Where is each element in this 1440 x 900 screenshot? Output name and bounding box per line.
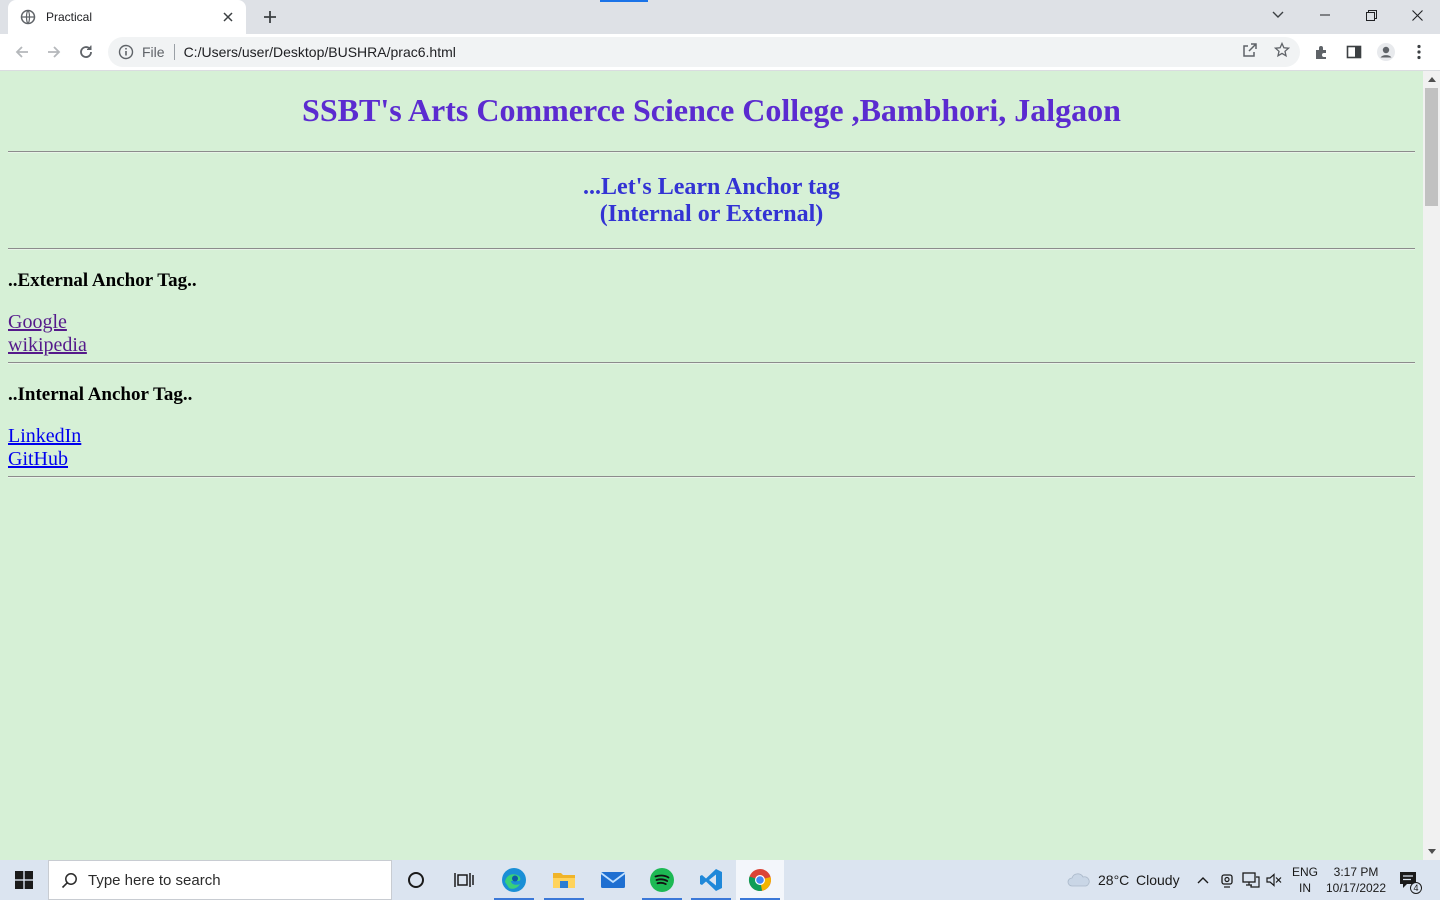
search-icon [61,872,78,889]
profile-avatar-icon[interactable] [1376,42,1396,62]
notification-count-badge: 4 [1410,882,1422,894]
external-anchor-heading: ..External Anchor Tag.. [8,270,197,291]
cortana-icon[interactable] [392,860,440,900]
weather-condition[interactable]: Cloudy [1136,872,1180,888]
page-body: SSBT's Arts Commerce Science College ,Ba… [0,92,1423,478]
tab-strip-accent [600,0,648,2]
mail-icon[interactable] [589,860,637,900]
language-code: ENG [1291,865,1318,879]
share-icon[interactable] [1241,41,1259,59]
omnibox-separator [173,44,175,60]
link-github[interactable]: GitHub [8,448,68,471]
language-indicator[interactable]: ENG IN [1288,864,1322,896]
clock-time: 3:17 PM [1333,865,1379,879]
scroll-down-arrow-icon[interactable] [1423,843,1440,860]
volume-muted-icon[interactable] [1265,871,1283,889]
minimize-icon[interactable] [1302,0,1348,30]
close-window-icon[interactable] [1394,0,1440,30]
windows-taskbar: Type here to search 28°C Cloudy ENG IN 3… [0,860,1440,900]
divider [8,151,1415,153]
divider [8,476,1415,478]
vertical-scrollbar[interactable] [1423,71,1440,860]
internal-anchor-heading: ..Internal Anchor Tag.. [8,384,193,405]
forward-icon[interactable] [40,38,68,66]
menu-kebab-icon[interactable] [1409,42,1429,62]
internal-links: LinkedIn GitHub [8,425,1415,471]
clock[interactable]: 3:17 PM 10/17/2022 [1324,864,1388,896]
page-viewport: SSBT's Arts Commerce Science College ,Ba… [0,71,1423,860]
tab-search-icon[interactable] [1255,0,1301,30]
meet-now-icon[interactable] [1218,871,1236,889]
taskbar-search-placeholder: Type here to search [88,871,221,889]
task-view-icon[interactable] [440,860,488,900]
notification-center-icon[interactable]: 4 [1398,870,1422,894]
learn-heading-line2: (Internal or External) [599,201,824,227]
site-info-icon[interactable] [118,44,134,60]
edge-icon[interactable] [490,860,538,900]
weather-temperature[interactable]: 28°C [1098,872,1129,888]
back-icon[interactable] [8,38,36,66]
college-heading: SSBT's Arts Commerce Science College ,Ba… [302,92,1121,128]
browser-toolbar: File C:/Users/user/Desktop/BUSHRA/prac6.… [0,34,1440,71]
external-links: Google wikipedia [8,311,1415,357]
address-bar[interactable]: File C:/Users/user/Desktop/BUSHRA/prac6.… [108,37,1300,67]
taskbar-search-box[interactable]: Type here to search [48,860,392,900]
scheme-label: File [142,44,165,60]
tab-practical[interactable]: Practical [8,0,246,34]
chevron-up-icon[interactable] [1194,871,1212,889]
clock-date: 10/17/2022 [1325,881,1387,895]
spotify-icon[interactable] [638,860,686,900]
learn-heading: ...Let's Learn Anchor tag (Internal or E… [8,174,1415,228]
reload-icon[interactable] [72,38,100,66]
tab-title: Practical [46,10,93,24]
scroll-up-arrow-icon[interactable] [1423,71,1440,88]
side-panel-icon[interactable] [1344,42,1364,62]
divider [8,362,1415,364]
cloud-weather-icon[interactable] [1067,871,1091,889]
divider [8,248,1415,250]
new-tab-button[interactable] [258,5,282,29]
url-text[interactable]: C:/Users/user/Desktop/BUSHRA/prac6.html [184,44,456,60]
extensions-icon[interactable] [1312,42,1332,62]
file-explorer-icon[interactable] [540,860,588,900]
learn-heading-line1: ...Let's Learn Anchor tag [583,174,840,200]
network-icon[interactable] [1242,871,1260,889]
link-wikipedia[interactable]: wikipedia [8,334,87,357]
windows-start-icon[interactable] [0,860,48,900]
region-code: IN [1299,881,1311,895]
scrollbar-thumb[interactable] [1425,88,1438,206]
close-tab-icon[interactable] [220,9,236,25]
restore-icon[interactable] [1348,0,1394,30]
bookmark-star-icon[interactable] [1273,41,1291,59]
tab-strip: Practical [0,0,1440,34]
link-linkedin[interactable]: LinkedIn [8,425,81,448]
chrome-icon[interactable] [736,860,784,900]
globe-icon [20,9,36,25]
vscode-icon[interactable] [687,860,735,900]
link-google[interactable]: Google [8,311,67,334]
